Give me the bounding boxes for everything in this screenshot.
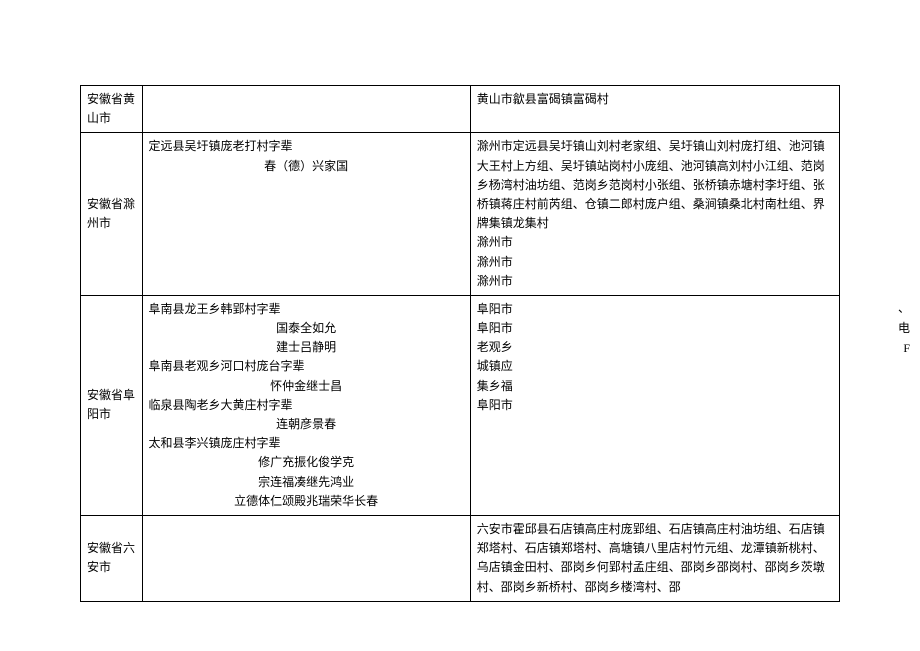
address-cell: 滁州市定远县吴圩镇山刘村老家组、吴圩镇山刘村庞打组、池河镇大王村上方组、吴圩镇站… [470, 133, 839, 296]
floater: 、 [898, 298, 910, 318]
floater: F [898, 338, 910, 358]
city-cell: 安徽省阜阳市 [81, 295, 143, 515]
city-cell: 安徽省六安市 [81, 515, 143, 601]
lineage-line: 连朝彦景春 [149, 415, 464, 434]
table-row: 安徽省六安市 六安市霍邱县石店镇高庄村庞郢组、石店镇高庄村油坊组、石店镇郑塔村、石… [81, 515, 840, 601]
city-name: 安徽省六安市 [87, 541, 135, 574]
table-body: 安徽省黄山市黄山市歙县富碣镇富碣村安徽省滁州市定远县吴圩镇庞老打村字辈春（德）兴… [81, 86, 840, 602]
table-row: 安徽省黄山市 黄山市歙县富碣镇富碣村 [81, 86, 840, 133]
margin-floaters: 、 电 F [898, 298, 910, 358]
lineage-line: 太和县李兴镇庞庄村字辈 [149, 434, 464, 453]
address-line: 滁州市定远县吴圩镇山刘村老家组、吴圩镇山刘村庞打组、池河镇大王村上方组、吴圩镇站… [477, 137, 833, 233]
floater: 电 [898, 318, 910, 338]
lineage-line: 临泉县陶老乡大黄庄村字辈 [149, 396, 464, 415]
address-line: 阜阳市 [477, 319, 833, 338]
lineage-line: 国泰全如允 [149, 319, 464, 338]
lineage-cell [142, 86, 470, 133]
lineage-line: 定远县吴圩镇庞老打村字辈 [149, 137, 464, 156]
city-name: 安徽省黄山市 [87, 92, 135, 125]
address-line: 阜阳市 [477, 396, 833, 415]
address-line: 六安市霍邱县石店镇高庄村庞郢组、石店镇高庄村油坊组、石店镇郑塔村、石店镇郑塔村、… [477, 520, 833, 597]
address-line: 滁州市 [477, 233, 833, 252]
address-line: 黄山市歙县富碣镇富碣村 [477, 90, 833, 109]
lineage-line: 阜南县龙王乡韩郢村字辈 [149, 300, 464, 319]
lineage-line: 立德体仁颂殿兆瑞荣华长春 [149, 492, 464, 511]
document-page: 安徽省黄山市黄山市歙县富碣镇富碣村安徽省滁州市定远县吴圩镇庞老打村字辈春（德）兴… [0, 0, 920, 642]
address-line: 老观乡 [477, 338, 833, 357]
address-line: 城镇应 [477, 357, 833, 376]
table-row: 安徽省滁州市定远县吴圩镇庞老打村字辈春（德）兴家国滁州市定远县吴圩镇山刘村老家组… [81, 133, 840, 296]
lineage-line: 阜南县老观乡河口村庞台字辈 [149, 357, 464, 376]
lineage-line: 修广充振化俊学克 [149, 453, 464, 472]
city-name: 安徽省滁州市 [87, 197, 135, 230]
lineage-line: 怀仲金继士昌 [149, 377, 464, 396]
city-cell: 安徽省黄山市 [81, 86, 143, 133]
address-line: 滁州市 [477, 272, 833, 291]
address-line: 集乡福 [477, 377, 833, 396]
data-table: 安徽省黄山市黄山市歙县富碣镇富碣村安徽省滁州市定远县吴圩镇庞老打村字辈春（德）兴… [80, 85, 840, 602]
table-row: 安徽省阜阳市阜南县龙王乡韩郢村字辈国泰全如允建士吕静明阜南县老观乡河口村庞台字辈… [81, 295, 840, 515]
address-cell: 黄山市歙县富碣镇富碣村 [470, 86, 839, 133]
lineage-cell [142, 515, 470, 601]
lineage-cell: 阜南县龙王乡韩郢村字辈国泰全如允建士吕静明阜南县老观乡河口村庞台字辈怀仲金继士昌… [142, 295, 470, 515]
city-cell: 安徽省滁州市 [81, 133, 143, 296]
address-line: 滁州市 [477, 253, 833, 272]
lineage-line: 春（德）兴家国 [149, 157, 464, 176]
lineage-cell: 定远县吴圩镇庞老打村字辈春（德）兴家国 [142, 133, 470, 296]
address-cell: 阜阳市阜阳市老观乡城镇应集乡福阜阳市 [470, 295, 839, 515]
city-name: 安徽省阜阳市 [87, 388, 135, 421]
lineage-line: 宗连福凑继先鸿业 [149, 473, 464, 492]
address-line: 阜阳市 [477, 300, 833, 319]
address-cell: 六安市霍邱县石店镇高庄村庞郢组、石店镇高庄村油坊组、石店镇郑塔村、石店镇郑塔村、… [470, 515, 839, 601]
lineage-line: 建士吕静明 [149, 338, 464, 357]
